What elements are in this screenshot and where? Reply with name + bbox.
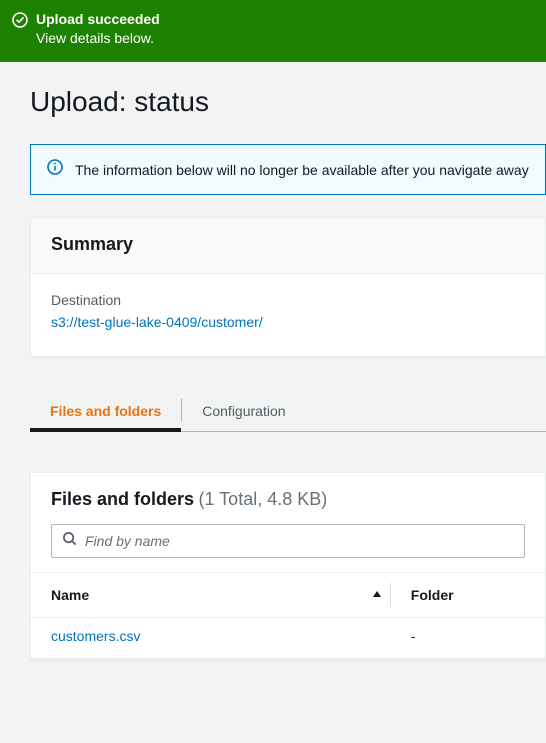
tab-files-and-folders[interactable]: Files and folders <box>30 389 181 431</box>
destination-link[interactable]: s3://test-glue-lake-0409/customer/ <box>51 314 263 330</box>
summary-header: Summary <box>51 234 525 255</box>
search-icon <box>62 531 77 551</box>
info-text: The information below will no longer be … <box>75 162 529 178</box>
destination-label: Destination <box>51 292 525 308</box>
files-table: Name Folder customers.csv - <box>31 572 545 659</box>
table-row: customers.csv - <box>31 618 545 659</box>
files-panel: Files and folders (1 Total, 4.8 KB) <box>30 472 546 660</box>
column-name-header[interactable]: Name <box>31 573 391 618</box>
file-folder-cell: - <box>391 618 545 659</box>
tab-configuration[interactable]: Configuration <box>182 389 305 431</box>
sort-asc-icon <box>371 587 383 603</box>
column-name-label: Name <box>51 587 89 603</box>
tabs: Files and folders Configuration <box>30 389 546 432</box>
info-alert: The information below will no longer be … <box>30 144 546 195</box>
search-box[interactable] <box>51 524 525 558</box>
column-folder-label: Folder <box>411 587 454 603</box>
files-count: (1 Total, 4.8 KB) <box>199 489 328 509</box>
column-folder-header[interactable]: Folder <box>391 573 545 618</box>
banner-title: Upload succeeded <box>36 10 160 28</box>
page-title: Upload: status <box>30 86 546 118</box>
files-title: Files and folders <box>51 489 194 509</box>
file-name-link[interactable]: customers.csv <box>51 628 140 644</box>
success-banner: Upload succeeded View details below. <box>0 0 546 62</box>
banner-subtitle: View details below. <box>36 28 160 48</box>
search-input[interactable] <box>85 533 514 549</box>
summary-panel: Summary Destination s3://test-glue-lake-… <box>30 217 546 357</box>
info-icon <box>47 159 63 180</box>
success-check-icon <box>12 12 28 48</box>
